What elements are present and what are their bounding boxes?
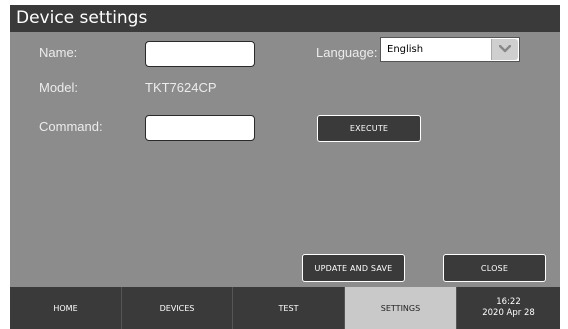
language-label: Language: xyxy=(316,45,378,60)
settings-panel: Name: Language: Model: TKT7624CP Command… xyxy=(10,32,560,287)
language-selected-value: English xyxy=(387,44,424,55)
clock-time: 16:22 xyxy=(496,297,521,307)
model-value: TKT7624CP xyxy=(145,80,217,95)
chevron-down-icon[interactable] xyxy=(491,39,518,60)
clock: 16:22 2020 Apr 28 xyxy=(457,287,560,329)
tab-home[interactable]: HOME xyxy=(10,287,122,329)
tab-devices[interactable]: DEVICES xyxy=(122,287,233,329)
language-select[interactable]: English xyxy=(380,37,520,62)
tab-settings[interactable]: SETTINGS xyxy=(345,287,457,329)
command-label: Command: xyxy=(39,119,103,134)
execute-button[interactable]: EXECUTE xyxy=(317,115,421,142)
close-button[interactable]: CLOSE xyxy=(443,254,546,282)
model-label: Model: xyxy=(39,80,79,95)
name-input[interactable] xyxy=(145,41,255,67)
tab-test[interactable]: TEST xyxy=(233,287,345,329)
command-input[interactable] xyxy=(145,115,255,141)
name-label: Name: xyxy=(39,45,78,60)
bottom-nav: HOME DEVICES TEST SETTINGS 16:22 2020 Ap… xyxy=(10,287,560,329)
title-bar: Device settings xyxy=(10,5,560,32)
window-title: Device settings xyxy=(16,8,148,28)
clock-date: 2020 Apr 28 xyxy=(482,308,535,318)
update-and-save-button[interactable]: UPDATE AND SAVE xyxy=(302,254,405,282)
